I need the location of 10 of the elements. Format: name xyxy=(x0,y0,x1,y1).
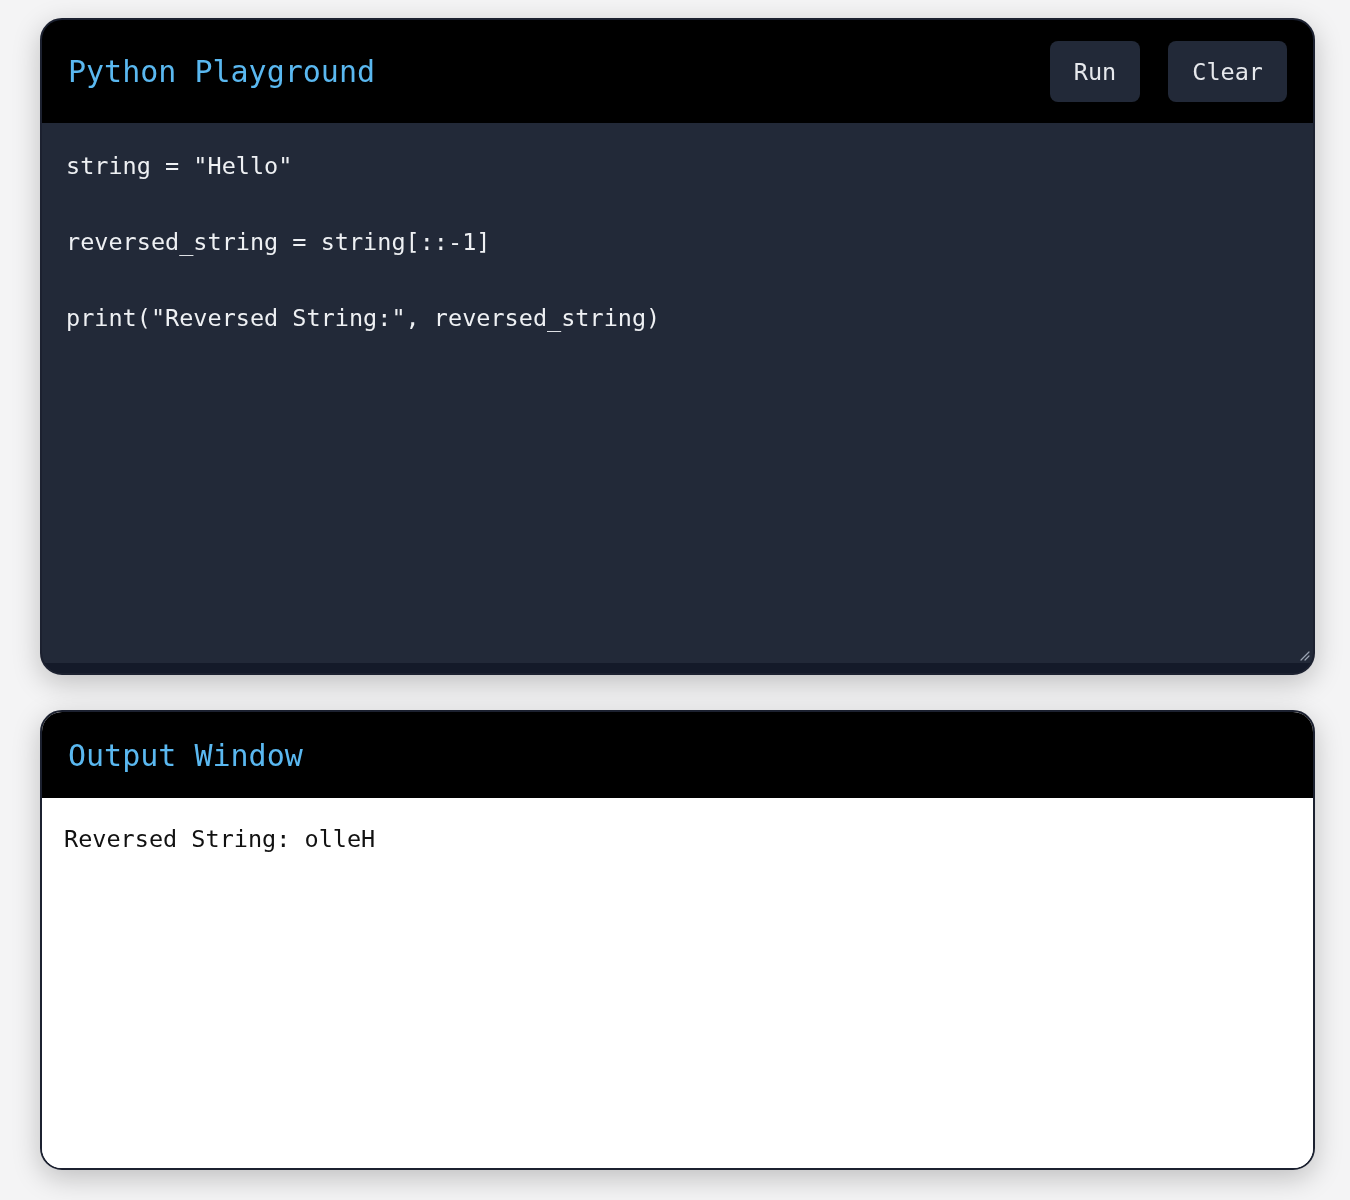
code-line: reversed_string = string[::-1] xyxy=(66,227,492,258)
code-line: string = "Hello" xyxy=(66,151,294,182)
clear-button[interactable]: Clear xyxy=(1168,41,1287,102)
code-editor[interactable]: string = "Hello" reversed_string = string[::-1] print("Reversed String:", reversed_string) xyxy=(42,123,1313,663)
code-line: print("Reversed String:", reversed_string) xyxy=(66,303,662,334)
output-text: Reversed String: olleH xyxy=(64,824,377,855)
resize-handle-icon[interactable] xyxy=(1300,651,1310,661)
panel-title: Python Playground xyxy=(68,54,376,89)
run-button[interactable]: Run xyxy=(1049,41,1141,102)
panel-title: Output Window xyxy=(68,737,303,773)
